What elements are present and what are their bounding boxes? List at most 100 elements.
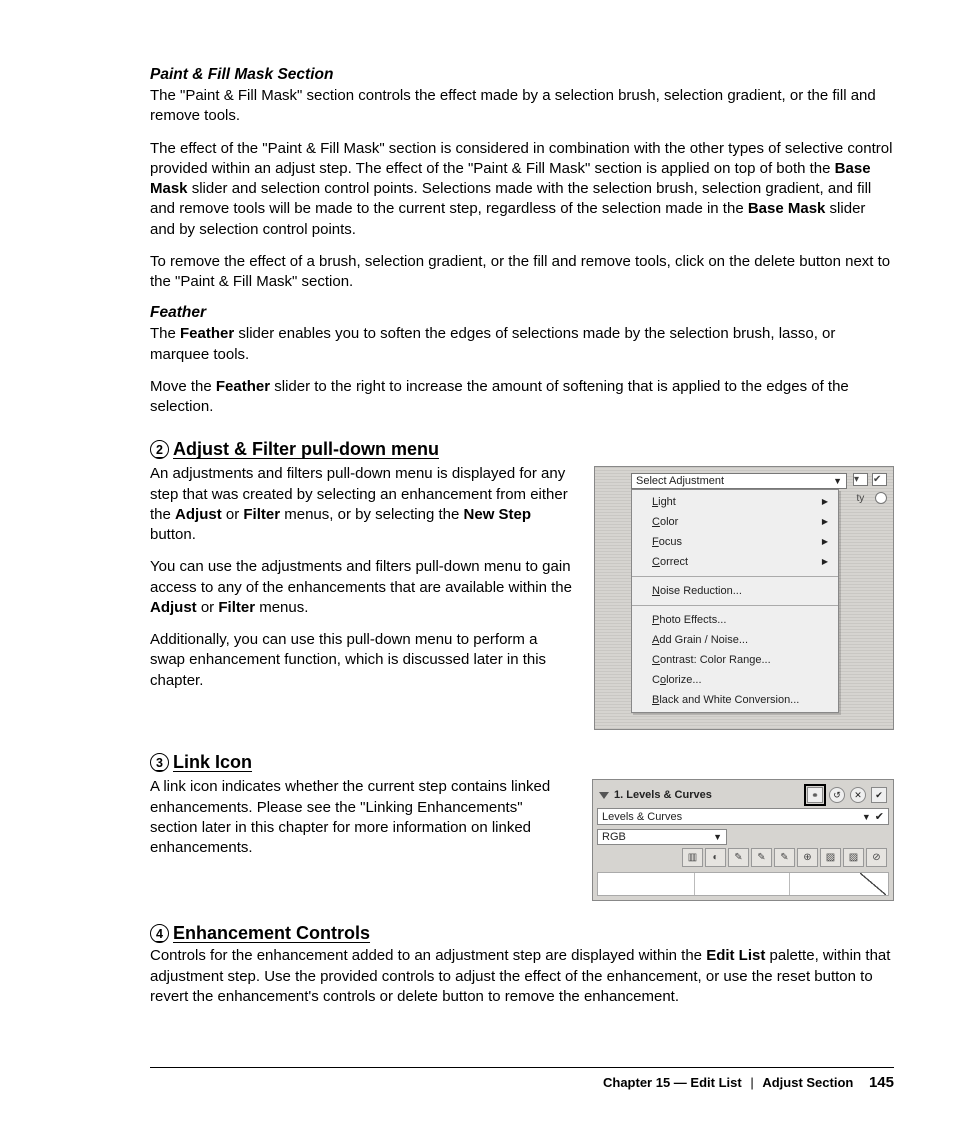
mnemonic: C (652, 654, 660, 666)
menu-item-color[interactable]: Color▶ (632, 512, 838, 532)
term-filter: Filter (243, 506, 280, 523)
menu-illustration: ▾ ✔ ty Select Adjustment ▼ Light▶ Color▶ … (594, 466, 894, 730)
term-adjust: Adjust (150, 599, 197, 616)
term-new-step: New Step (464, 506, 532, 523)
footer-section: Adjust Section (762, 1075, 853, 1090)
eyedropper-gray-icon[interactable]: ✎ (751, 848, 772, 867)
delete-icon[interactable]: ✕ (850, 787, 866, 803)
term-edit-list: Edit List (706, 947, 765, 964)
tool-icon[interactable]: ▨ (820, 848, 841, 867)
submenu-arrow-icon: ▶ (822, 554, 828, 570)
submenu-arrow-icon: ▶ (822, 534, 828, 550)
eyedropper-black-icon[interactable]: ✎ (774, 848, 795, 867)
footer-chapter: Chapter 15 — Edit List (603, 1075, 742, 1090)
term-filter: Filter (218, 599, 255, 616)
submenu-arrow-icon: ▶ (822, 494, 828, 510)
histogram-icon[interactable]: ▥ (682, 848, 703, 867)
heading-feather: Feather (150, 304, 894, 322)
term-base-mask: Base Mask (748, 200, 826, 217)
cancel-tool-icon[interactable]: ⊘ (866, 848, 887, 867)
submenu-arrow-icon: ▶ (822, 514, 828, 530)
step-number-icon: 3 (150, 753, 169, 772)
heading-label: Link Icon (173, 752, 252, 773)
tool-icon[interactable]: ◐ (705, 848, 726, 867)
paragraph: An adjustments and filters pull-down men… (150, 464, 576, 545)
select-adjustment-dropdown[interactable]: Select Adjustment ▼ (631, 473, 847, 489)
panel-title: 1. Levels & Curves (614, 789, 801, 801)
menu-item-noise-reduction[interactable]: Noise Reduction... (632, 581, 838, 601)
heading-paint-fill: Paint & Fill Mask Section (150, 66, 894, 84)
dropdown-value: Levels & Curves (602, 811, 682, 823)
text: slider enables you to soften the edges o… (150, 325, 835, 362)
menu-item-bw-conversion[interactable]: Black and White Conversion... (632, 690, 838, 710)
panel-illustration: 1. Levels & Curves ⚭ ↺ ✕ ✔ Levels & Curv… (592, 779, 894, 901)
paragraph: Controls for the enhancement added to an… (150, 946, 894, 1007)
curves-toolstrip: ▥ ◐ ✎ ✎ ✎ ⊕ ▨ ▨ ⊘ (597, 845, 889, 869)
page-footer: Chapter 15 — Edit List | Adjust Section … (150, 1067, 894, 1091)
mnemonic: N (652, 585, 660, 597)
reset-icon[interactable]: ↺ (829, 787, 845, 803)
tool-icon[interactable]: ▨ (843, 848, 864, 867)
dropdown-arrow-icon: ▾ (853, 473, 868, 486)
link-icon[interactable]: ⚭ (807, 787, 823, 803)
checkbox-icon: ✔ (872, 473, 887, 486)
term-feather: Feather (180, 325, 234, 342)
mnemonic: P (652, 614, 659, 626)
menu-item-colorize[interactable]: Colorize... (632, 670, 838, 690)
heading-enhancement-controls: 4 Enhancement Controls (150, 923, 894, 944)
dropdown-label: Select Adjustment (636, 475, 724, 487)
text: button. (150, 526, 196, 543)
text: or (222, 506, 244, 523)
mnemonic: F (652, 536, 659, 548)
checkbox-icon[interactable]: ✔ (875, 810, 884, 823)
heading-adjust-filter: 2 Adjust & Filter pull-down menu (150, 439, 894, 460)
chevron-down-icon: ▼ (713, 832, 722, 842)
document-page: Paint & Fill Mask Section The "Paint & F… (0, 0, 954, 1123)
paragraph: A link icon indicates whether the curren… (150, 777, 574, 858)
paragraph: The effect of the "Paint & Fill Mask" se… (150, 139, 894, 240)
page-number: 145 (869, 1074, 894, 1091)
mnemonic: L (652, 496, 658, 508)
dropdown-value: RGB (602, 831, 626, 843)
text: Controls for the enhancement added to an… (150, 947, 706, 964)
heading-link-icon: 3 Link Icon (150, 752, 894, 773)
radio-icon (875, 492, 887, 504)
enhancement-dropdown[interactable]: Levels & Curves ▼ ✔ (597, 808, 889, 825)
menu-item-contrast-color-range[interactable]: Contrast: Color Range... (632, 650, 838, 670)
link-icon-highlight: ⚭ (806, 786, 824, 804)
mnemonic: C (652, 556, 660, 568)
footer-separator: | (750, 1075, 753, 1090)
heading-label: Enhancement Controls (173, 923, 370, 944)
term-feather: Feather (216, 378, 270, 395)
mnemonic: C (652, 516, 660, 528)
mnemonic: o (660, 674, 666, 686)
text: The effect of the "Paint & Fill Mask" se… (150, 140, 892, 177)
paragraph: To remove the effect of a brush, selecti… (150, 252, 894, 293)
mnemonic: B (652, 694, 659, 706)
text: or (197, 599, 219, 616)
menu-item-correct[interactable]: Correct▶ (632, 552, 838, 572)
apply-icon[interactable]: ✔ (871, 787, 887, 803)
mnemonic: A (652, 634, 659, 646)
curves-graph[interactable] (597, 872, 889, 896)
disclosure-triangle-icon[interactable] (599, 792, 609, 799)
chevron-down-icon: ▼ (862, 812, 871, 822)
term-adjust: Adjust (175, 506, 222, 523)
target-icon[interactable]: ⊕ (797, 848, 818, 867)
menu-item-light[interactable]: Light▶ (632, 492, 838, 512)
text: You can use the adjustments and filters … (150, 558, 572, 595)
partial-label: ty (856, 493, 864, 504)
paragraph: Move the Feather slider to the right to … (150, 377, 894, 418)
chevron-down-icon: ▼ (833, 476, 842, 486)
channel-dropdown[interactable]: RGB ▼ (597, 829, 727, 845)
menu-item-photo-effects[interactable]: Photo Effects... (632, 610, 838, 630)
adjustment-menu: Light▶ Color▶ Focus▶ Correct▶ Noise Redu… (631, 489, 839, 713)
eyedropper-white-icon[interactable]: ✎ (728, 848, 749, 867)
paragraph: You can use the adjustments and filters … (150, 557, 576, 618)
text: menus. (255, 599, 308, 616)
menu-item-focus[interactable]: Focus▶ (632, 532, 838, 552)
paragraph: The "Paint & Fill Mask" section controls… (150, 86, 894, 127)
step-number-icon: 4 (150, 924, 169, 943)
paragraph: Additionally, you can use this pull-down… (150, 630, 576, 691)
menu-item-add-grain[interactable]: Add Grain / Noise... (632, 630, 838, 650)
